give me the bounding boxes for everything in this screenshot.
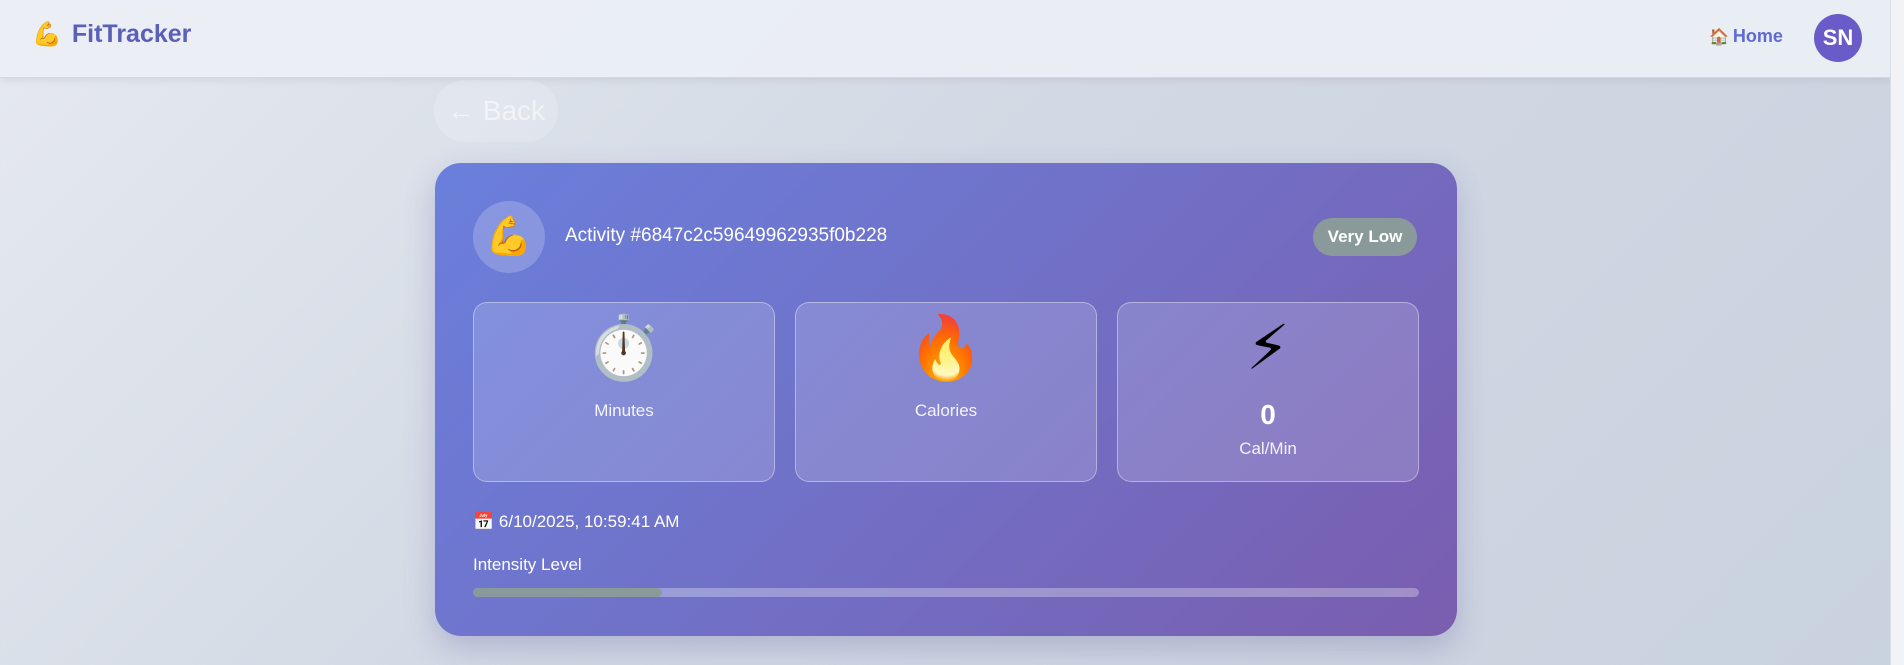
user-avatar[interactable]: SN bbox=[1814, 14, 1862, 62]
stat-label-cal-per-min: Cal/Min bbox=[1239, 439, 1297, 458]
intensity-badge: Very Low bbox=[1313, 218, 1417, 256]
nav-home-link[interactable]: 🏠 Home bbox=[1709, 26, 1783, 47]
window-edge bbox=[1890, 0, 1904, 665]
avatar-initials: SN bbox=[1822, 25, 1854, 50]
nav-home-label: Home bbox=[1732, 26, 1783, 46]
lightning-icon: ⚡ bbox=[1246, 314, 1290, 383]
brand-name: FitTracker bbox=[71, 20, 192, 48]
stat-card-minutes: ⏱️ Minutes bbox=[473, 302, 775, 482]
activity-type-icon: 💪 bbox=[485, 216, 533, 258]
intensity-progress-bar bbox=[473, 588, 1419, 597]
house-icon: 🏠 bbox=[1709, 28, 1729, 46]
intensity-level-label: Intensity Level bbox=[473, 555, 582, 574]
activity-timestamp: 📅 6/10/2025, 10:59:41 AM bbox=[473, 512, 679, 532]
back-button-label: ← Back bbox=[446, 95, 546, 126]
flexed-biceps-icon: 💪 bbox=[473, 201, 545, 273]
intensity-badge-label: Very Low bbox=[1327, 227, 1403, 246]
stat-label-minutes: Minutes bbox=[594, 401, 654, 420]
stat-card-cal-per-min: ⚡ 0 Cal/Min bbox=[1117, 302, 1419, 482]
top-navbar: 💪 FitTracker 🏠 Home SN bbox=[0, 0, 1890, 78]
brand-logo-link[interactable]: 💪 FitTracker bbox=[32, 20, 191, 49]
stopwatch-icon: ⏱️ bbox=[585, 314, 663, 383]
back-button[interactable]: ← Back bbox=[434, 80, 558, 142]
activity-card: 💪 Activity #6847c2c59649962935f0b228 Ver… bbox=[435, 163, 1457, 636]
intensity-progress-fill bbox=[473, 588, 663, 597]
calendar-icon: 📅 bbox=[473, 512, 495, 531]
fire-icon: 🔥 bbox=[907, 314, 985, 383]
stat-card-calories: 🔥 Calories bbox=[795, 302, 1097, 482]
flexed-biceps-icon: 💪 bbox=[32, 21, 62, 48]
activity-title: Activity #6847c2c59649962935f0b228 bbox=[565, 225, 888, 246]
stat-label-calories: Calories bbox=[914, 401, 978, 420]
stat-value-cal-per-min: 0 bbox=[1260, 399, 1276, 430]
activity-date: 6/10/2025, 10:59:41 AM bbox=[498, 512, 680, 531]
